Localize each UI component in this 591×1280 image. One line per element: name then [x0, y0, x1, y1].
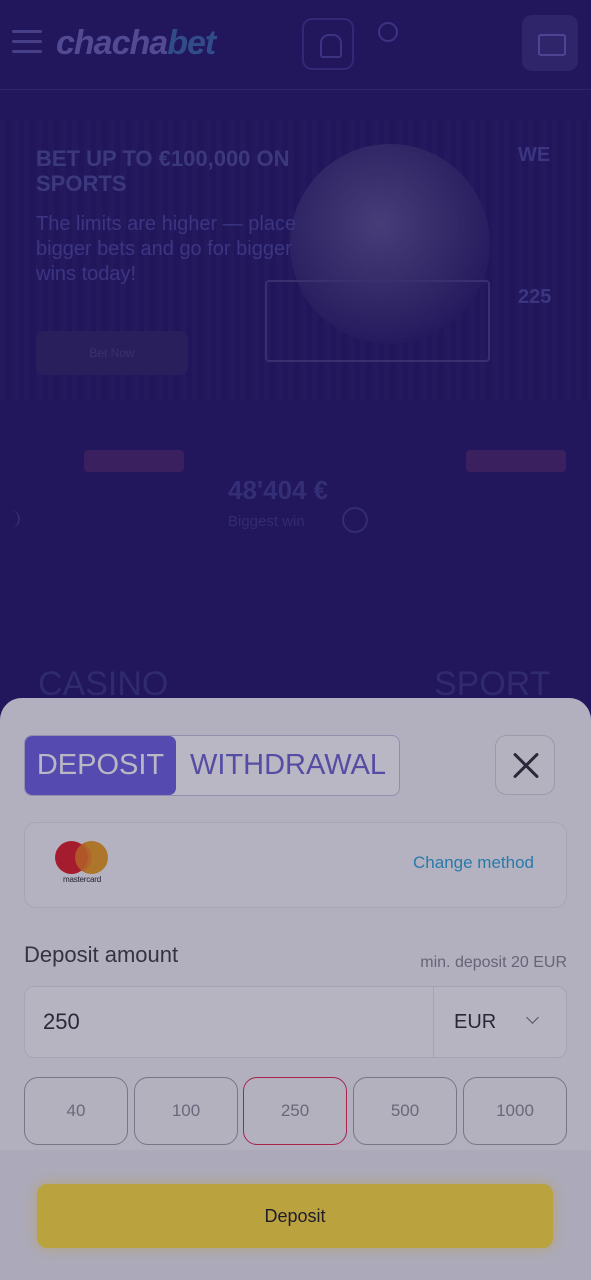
currency-select[interactable]: EUR	[433, 987, 566, 1057]
preset-amount-button[interactable]: 100	[134, 1077, 238, 1145]
tab-withdrawal[interactable]: WITHDRAWAL	[176, 736, 399, 795]
preset-amount-button[interactable]: 500	[353, 1077, 457, 1145]
chevron-down-icon	[526, 1011, 539, 1024]
amount-row: EUR	[24, 986, 567, 1058]
deposit-sheet: DEPOSIT WITHDRAWAL mastercard Change met…	[0, 698, 591, 1280]
currency-value: EUR	[454, 1011, 497, 1033]
deposit-submit-button[interactable]: Deposit	[37, 1184, 553, 1248]
mastercard-wordmark: mastercard	[62, 875, 101, 884]
preset-amount-button-selected[interactable]: 250	[243, 1077, 347, 1145]
change-method-link[interactable]: Change method	[413, 853, 534, 873]
deposit-amount-label: Deposit amount	[24, 942, 179, 967]
payment-method-card: mastercard Change method	[24, 822, 567, 908]
mastercard-logo: mastercard	[55, 841, 109, 889]
preset-amount-button[interactable]: 1000	[463, 1077, 567, 1145]
preset-amounts: 40 100 250 500 1000	[24, 1077, 567, 1145]
preset-amount-button[interactable]: 40	[24, 1077, 128, 1145]
payment-tabs: DEPOSIT WITHDRAWAL	[24, 735, 400, 796]
amount-input[interactable]	[25, 987, 433, 1057]
close-icon[interactable]	[495, 735, 555, 795]
tab-deposit[interactable]: DEPOSIT	[25, 736, 176, 795]
min-deposit-note: min. deposit 20 EUR	[420, 954, 567, 971]
